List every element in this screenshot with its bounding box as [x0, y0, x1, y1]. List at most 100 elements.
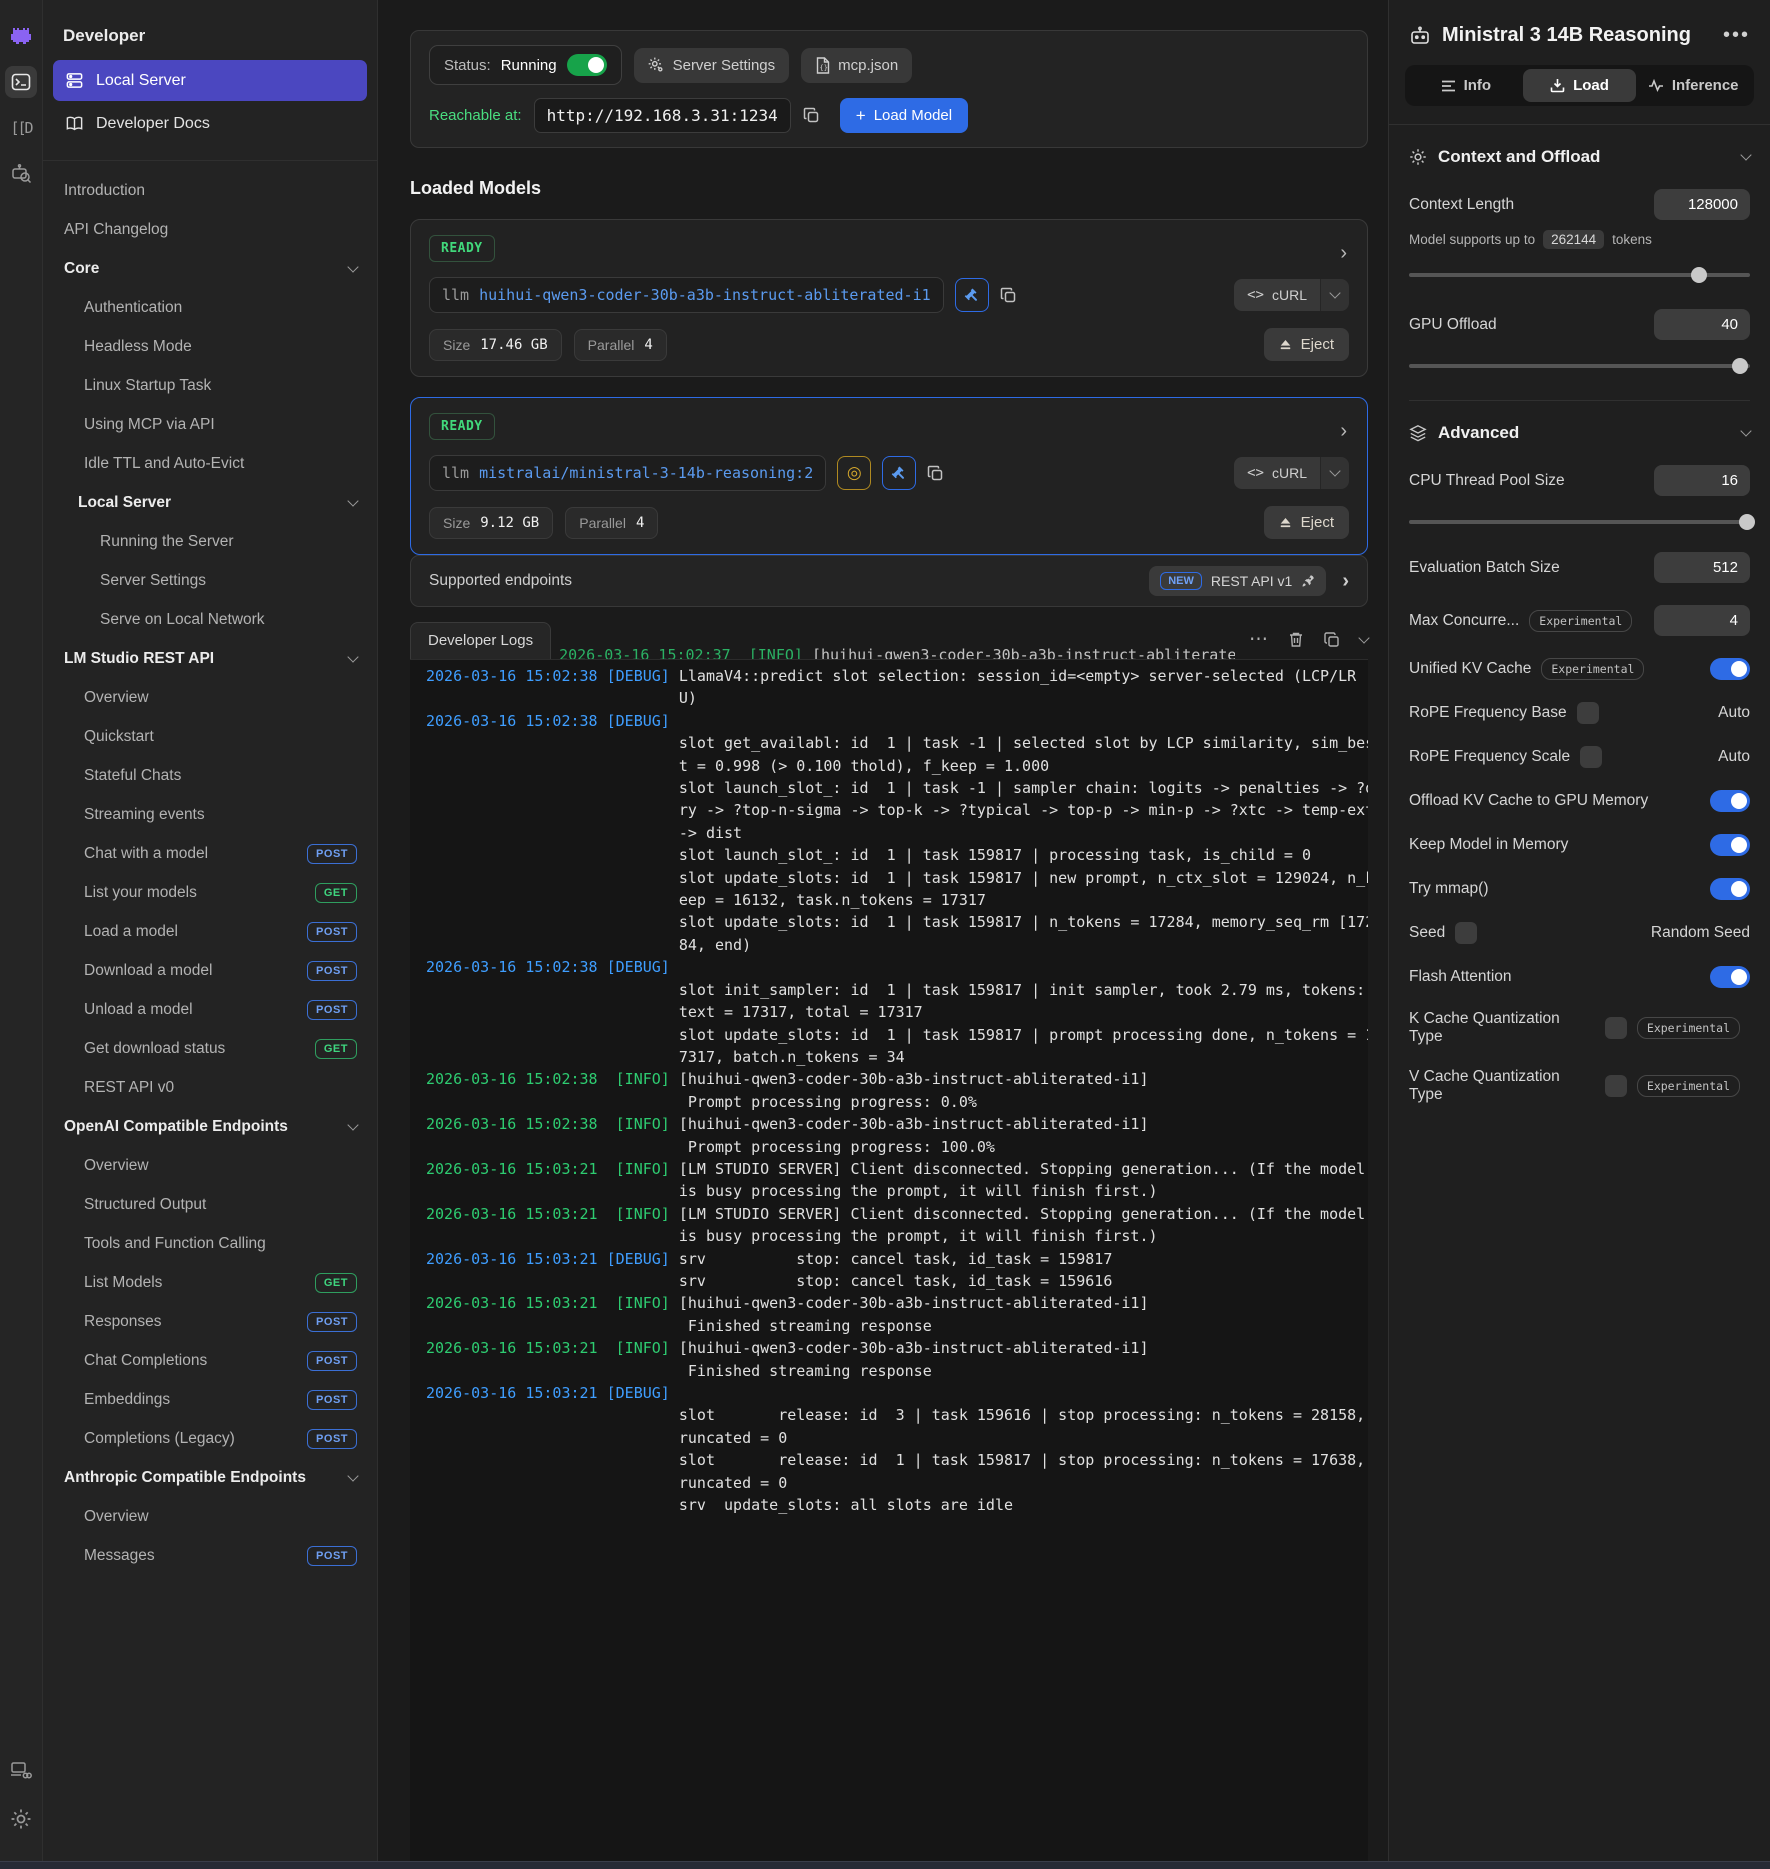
sidebar-item-embeddings[interactable]: EmbeddingsPOST — [43, 1380, 377, 1419]
supported-endpoints-row[interactable]: Supported endpoints NEW REST API v1 › — [410, 555, 1368, 607]
sidebar-item-overview[interactable]: Overview — [43, 678, 377, 717]
sidebar-item-unload-a-model[interactable]: Unload a modelPOST — [43, 990, 377, 1029]
section-advanced[interactable]: Advanced — [1409, 401, 1750, 443]
evaluation-batch-size-input[interactable]: 512 — [1654, 552, 1750, 583]
rope-frequency-scale-checkbox[interactable] — [1580, 746, 1602, 768]
model-card-qwen3[interactable]: READY › llm huihui-qwen3-coder-30b-a3b-i… — [410, 219, 1368, 377]
sidebar-item-chat-completions[interactable]: Chat CompletionsPOST — [43, 1341, 377, 1380]
chevron-down-icon[interactable] — [347, 1470, 358, 1481]
copy-url-icon[interactable] — [803, 107, 820, 124]
eject-button[interactable]: Eject — [1264, 506, 1349, 539]
sidebar-item-using-mcp-via-api[interactable]: Using MCP via API — [43, 405, 377, 444]
vision-eye-button[interactable]: ◎ — [837, 456, 871, 490]
flash-attention-toggle[interactable] — [1710, 966, 1750, 988]
sidebar-item-local-server[interactable]: Local Server — [53, 60, 367, 101]
sidebar-item-responses[interactable]: ResponsesPOST — [43, 1302, 377, 1341]
my-models-icon[interactable]: [[D — [5, 112, 37, 144]
server-running-toggle[interactable] — [567, 54, 607, 76]
cpu-thread-pool-slider[interactable] — [1409, 514, 1750, 530]
rest-api-v1-chip[interactable]: NEW REST API v1 — [1149, 566, 1326, 596]
eject-button[interactable]: Eject — [1264, 328, 1349, 361]
curl-split-button[interactable]: <>cURL — [1234, 279, 1349, 311]
tab-inference[interactable]: Inference — [1636, 69, 1750, 102]
slider-thumb[interactable] — [1739, 514, 1755, 530]
sidebar-item-list-models[interactable]: List ModelsGET — [43, 1263, 377, 1302]
model-card-ministral[interactable]: READY › llm mistralai/ministral-3-14b-re… — [410, 397, 1368, 555]
max-tokens-badge[interactable]: 262144 — [1543, 230, 1604, 249]
curl-dropdown-chevron[interactable] — [1320, 457, 1349, 489]
tab-load[interactable]: Load — [1523, 69, 1637, 102]
sidebar-item-local-server[interactable]: Local Server — [43, 483, 377, 522]
sidebar-item-load-a-model[interactable]: Load a modelPOST — [43, 912, 377, 951]
server-settings-button[interactable]: Server Settings — [634, 48, 790, 83]
gpu-offload-slider[interactable] — [1409, 358, 1750, 374]
collapse-logs-chevron[interactable] — [1360, 638, 1368, 642]
context-length-slider[interactable] — [1409, 267, 1750, 283]
sidebar-item-get-download-status[interactable]: Get download statusGET — [43, 1029, 377, 1068]
rope-frequency-base-checkbox[interactable] — [1577, 702, 1599, 724]
sidebar-item-messages[interactable]: MessagesPOST — [43, 1536, 377, 1575]
sidebar-item-lm-studio-rest-api[interactable]: LM Studio REST API — [43, 639, 377, 678]
sidebar-item-developer-docs[interactable]: Developer Docs — [53, 103, 367, 144]
sidebar-item-running-the-server[interactable]: Running the Server — [43, 522, 377, 561]
pop-out-logs-icon[interactable] — [1324, 632, 1340, 648]
try-mmap-toggle[interactable] — [1710, 878, 1750, 900]
sidebar-item-quickstart[interactable]: Quickstart — [43, 717, 377, 756]
offload-kv-cache-toggle[interactable] — [1710, 790, 1750, 812]
cpu-thread-pool-input[interactable]: 16 — [1654, 465, 1750, 496]
sidebar-item-completions-legacy[interactable]: Completions (Legacy)POST — [43, 1419, 377, 1458]
sidebar-item-rest-api-v0[interactable]: REST API v0 — [43, 1068, 377, 1107]
sidebar-item-authentication[interactable]: Authentication — [43, 288, 377, 327]
tab-info[interactable]: Info — [1409, 69, 1523, 102]
developer-logs-tab[interactable]: Developer Logs — [410, 622, 551, 659]
chevron-down-icon[interactable] — [347, 495, 358, 506]
section-collapse-chevron[interactable] — [1740, 149, 1751, 160]
copy-model-id-icon[interactable] — [1000, 287, 1017, 304]
sidebar-item-serve-on-local-network[interactable]: Serve on Local Network — [43, 600, 377, 639]
remote-link-icon[interactable] — [5, 1755, 37, 1787]
sidebar-item-openai-compatible-endpoints[interactable]: OpenAI Compatible Endpoints — [43, 1107, 377, 1146]
server-url-field[interactable]: http://192.168.3.31:1234 — [534, 98, 791, 133]
curl-dropdown-chevron[interactable] — [1320, 279, 1349, 311]
sidebar-item-headless-mode[interactable]: Headless Mode — [43, 327, 377, 366]
sidebar-item-linux-startup-task[interactable]: Linux Startup Task — [43, 366, 377, 405]
sidebar-item-structured-output[interactable]: Structured Output — [43, 1185, 377, 1224]
model-identifier-field[interactable]: llm mistralai/ministral-3-14b-reasoning:… — [429, 455, 826, 491]
copy-model-id-icon[interactable] — [927, 465, 944, 482]
sidebar-item-api-changelog[interactable]: API Changelog — [43, 210, 377, 249]
chevron-down-icon[interactable] — [347, 261, 358, 272]
curl-split-button[interactable]: <>cURL — [1234, 457, 1349, 489]
sidebar-item-server-settings[interactable]: Server Settings — [43, 561, 377, 600]
tool-use-gavel-button[interactable] — [955, 278, 989, 312]
sidebar-item-streaming-events[interactable]: Streaming events — [43, 795, 377, 834]
tool-use-gavel-button[interactable] — [882, 456, 916, 490]
max-concurrent-input[interactable]: 4 — [1654, 605, 1750, 636]
gpu-offload-input[interactable]: 40 — [1654, 309, 1750, 340]
lmstudio-alien-icon[interactable] — [5, 20, 37, 52]
terminal-icon[interactable] — [5, 66, 37, 98]
unified-kv-cache-toggle[interactable] — [1710, 658, 1750, 680]
clear-logs-trash-icon[interactable] — [1288, 631, 1304, 648]
robot-search-icon[interactable] — [5, 158, 37, 190]
settings-gear-icon[interactable] — [5, 1803, 37, 1835]
section-collapse-chevron[interactable] — [1740, 425, 1751, 436]
seed-checkbox[interactable] — [1455, 922, 1477, 944]
slider-thumb[interactable] — [1732, 358, 1748, 374]
sidebar-item-list-your-models[interactable]: List your modelsGET — [43, 873, 377, 912]
sidebar-item-overview[interactable]: Overview — [43, 1146, 377, 1185]
sidebar-item-overview[interactable]: Overview — [43, 1497, 377, 1536]
slider-thumb[interactable] — [1691, 267, 1707, 283]
context-length-input[interactable]: 128000 — [1654, 189, 1750, 220]
sidebar-item-core[interactable]: Core — [43, 249, 377, 288]
sidebar-item-chat-with-a-model[interactable]: Chat with a modelPOST — [43, 834, 377, 873]
panel-more-options-icon[interactable]: ••• — [1723, 24, 1750, 47]
sidebar-item-introduction[interactable]: Introduction — [43, 171, 377, 210]
chevron-down-icon[interactable] — [347, 1119, 358, 1130]
expand-chevron-icon[interactable]: › — [1340, 420, 1347, 443]
endpoints-expand-chevron[interactable]: › — [1342, 570, 1349, 593]
sidebar-item-idle-ttl-and-auto-evict[interactable]: Idle TTL and Auto-Evict — [43, 444, 377, 483]
sidebar-item-tools-and-function-calling[interactable]: Tools and Function Calling — [43, 1224, 377, 1263]
model-identifier-field[interactable]: llm huihui-qwen3-coder-30b-a3b-instruct-… — [429, 277, 944, 313]
log-more-options-icon[interactable]: ⋯ — [1249, 628, 1268, 651]
k-cache-quantization-checkbox[interactable] — [1605, 1017, 1627, 1039]
